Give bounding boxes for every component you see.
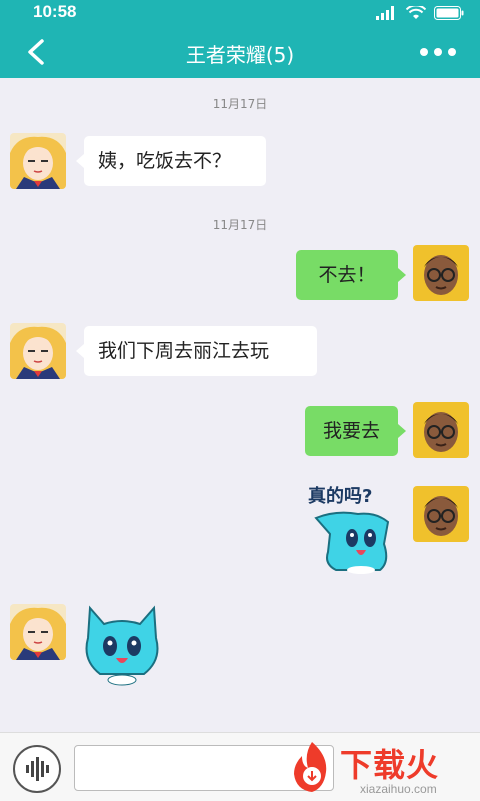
watermark: 下载火 xiazaihuo.com — [282, 738, 480, 800]
wifi-icon — [406, 6, 426, 19]
avatar-girl-icon — [10, 604, 66, 660]
sticker-self[interactable]: 真的吗? — [306, 482, 402, 574]
watermark-url: xiazaihuo.com — [360, 782, 437, 796]
status-icons — [376, 5, 464, 21]
cat-sticker-icon — [85, 605, 159, 686]
avatar-boy-icon — [413, 486, 469, 542]
message-bubble-self[interactable]: 我要去 — [305, 406, 406, 456]
voice-wave-icon — [26, 757, 49, 781]
flame-logo-icon — [294, 742, 327, 792]
avatar-other[interactable] — [10, 604, 66, 660]
battery-icon — [434, 6, 464, 20]
avatar-self[interactable] — [413, 486, 469, 542]
message-bubble-other[interactable]: 我们下周去丽江去玩 — [76, 326, 317, 376]
avatar-other[interactable] — [10, 133, 66, 189]
timestamp: 11月17日 — [212, 97, 268, 111]
more-button[interactable] — [418, 40, 458, 64]
cat-sticker-icon — [314, 511, 390, 574]
watermark-title: 下载火 — [340, 746, 440, 784]
more-icon — [420, 48, 456, 56]
avatar-self[interactable] — [413, 402, 469, 458]
avatar-girl-icon — [10, 133, 66, 189]
signal-icon — [376, 6, 394, 20]
message-bubble-self[interactable]: 不去！ — [296, 250, 406, 300]
avatar-boy-icon — [413, 245, 469, 301]
avatar-girl-icon — [10, 323, 66, 379]
status-time: 10:58 — [33, 2, 77, 21]
avatar-self[interactable] — [413, 245, 469, 301]
avatar-other[interactable] — [10, 323, 66, 379]
avatar-boy-icon — [413, 402, 469, 458]
page-title: 王者荣耀(5) — [185, 43, 295, 67]
nav-bar: 王者荣耀(5) — [0, 26, 480, 78]
status-bar: 10:58 — [0, 0, 480, 26]
voice-button[interactable] — [13, 745, 61, 793]
message-bubble-other[interactable]: 姨，吃饭去不？ — [76, 136, 266, 186]
sticker-other[interactable] — [82, 604, 162, 686]
timestamp: 11月17日 — [212, 218, 268, 232]
